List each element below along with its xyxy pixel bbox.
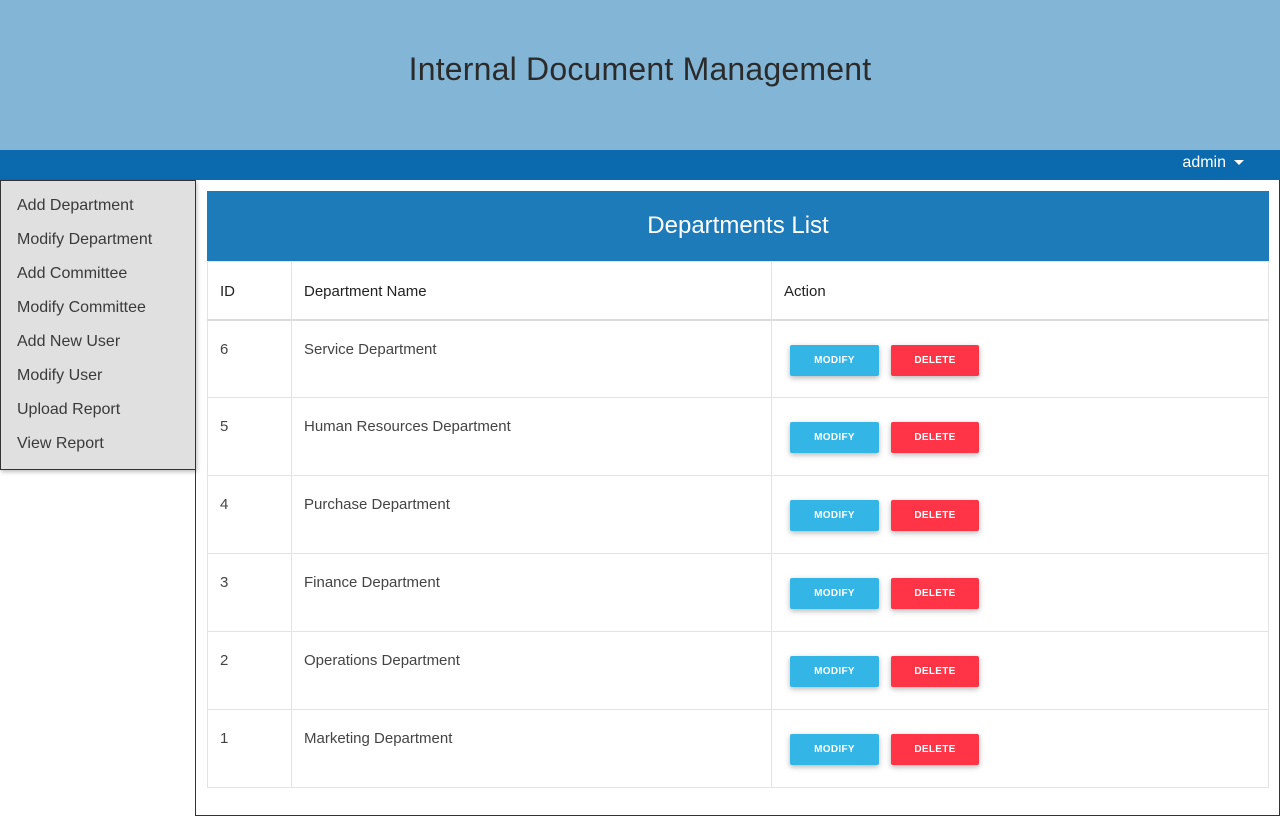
- department-id: 5: [207, 397, 292, 476]
- department-id: 6: [207, 319, 292, 398]
- column-header-id: ID: [207, 261, 292, 321]
- department-name: Marketing Department: [291, 709, 772, 788]
- departments-panel: Departments List ID Department Name Acti…: [207, 191, 1269, 788]
- department-name: Human Resources Department: [291, 397, 772, 476]
- column-header-action: Action: [771, 261, 1269, 321]
- department-name: Service Department: [291, 319, 772, 398]
- user-menu-dropdown[interactable]: admin: [1182, 154, 1244, 172]
- department-id: 2: [207, 631, 292, 710]
- department-id: 1: [207, 709, 292, 788]
- table-row: 1 Marketing Department MODIFY DELETE: [207, 709, 1269, 788]
- caret-down-icon: [1234, 159, 1244, 165]
- delete-button[interactable]: DELETE: [891, 422, 979, 453]
- department-name: Finance Department: [291, 553, 772, 632]
- modify-button[interactable]: MODIFY: [790, 344, 879, 376]
- department-id: 4: [207, 475, 292, 554]
- modify-button[interactable]: MODIFY: [790, 500, 879, 531]
- sidebar-item-add-committee[interactable]: Add Committee: [1, 262, 195, 296]
- delete-button[interactable]: DELETE: [891, 656, 979, 687]
- department-name: Operations Department: [291, 631, 772, 710]
- row-actions: MODIFY DELETE: [771, 709, 1269, 788]
- app-title: Internal Document Management: [408, 50, 872, 87]
- table-row: 4 Purchase Department MODIFY DELETE: [207, 475, 1269, 554]
- panel-title: Departments List: [207, 191, 1269, 261]
- sidebar-item-upload-report[interactable]: Upload Report: [1, 398, 195, 432]
- row-actions: MODIFY DELETE: [771, 553, 1269, 632]
- sidebar-item-modify-user[interactable]: Modify User: [1, 364, 195, 398]
- sidebar-item-view-report[interactable]: View Report: [1, 432, 195, 466]
- delete-button[interactable]: DELETE: [891, 344, 979, 376]
- sidebar-item-add-department[interactable]: Add Department: [1, 194, 195, 228]
- table-row: 5 Human Resources Department MODIFY DELET…: [207, 397, 1269, 476]
- sidebar-item-modify-committee[interactable]: Modify Committee: [1, 296, 195, 330]
- departments-table: ID Department Name Action 6 Service Depa…: [207, 261, 1269, 788]
- department-id: 3: [207, 553, 292, 632]
- delete-button[interactable]: DELETE: [891, 734, 979, 765]
- row-actions: MODIFY DELETE: [771, 319, 1269, 398]
- main-content: Departments List ID Department Name Acti…: [195, 180, 1280, 816]
- modify-button[interactable]: MODIFY: [790, 734, 879, 765]
- row-actions: MODIFY DELETE: [771, 631, 1269, 710]
- table-row: 3 Finance Department MODIFY DELETE: [207, 553, 1269, 632]
- sidebar-item-modify-department[interactable]: Modify Department: [1, 228, 195, 262]
- table-header-row: ID Department Name Action: [207, 261, 1269, 321]
- modify-button[interactable]: MODIFY: [790, 422, 879, 453]
- department-name: Purchase Department: [291, 475, 772, 554]
- sidebar-item-add-new-user[interactable]: Add New User: [1, 330, 195, 364]
- delete-button[interactable]: DELETE: [891, 578, 979, 609]
- delete-button[interactable]: DELETE: [891, 500, 979, 531]
- sidebar-menu: Add Department Modify Department Add Com…: [0, 180, 196, 470]
- app-banner: Internal Document Management: [0, 0, 1280, 150]
- username: admin: [1182, 154, 1226, 171]
- table-row: 2 Operations Department MODIFY DELETE: [207, 631, 1269, 710]
- column-header-department-name: Department Name: [291, 261, 772, 321]
- modify-button[interactable]: MODIFY: [790, 578, 879, 609]
- modify-button[interactable]: MODIFY: [790, 656, 879, 687]
- row-actions: MODIFY DELETE: [771, 397, 1269, 476]
- row-actions: MODIFY DELETE: [771, 475, 1269, 554]
- top-navbar: admin: [0, 150, 1280, 180]
- table-row: 6 Service Department MODIFY DELETE: [207, 319, 1269, 398]
